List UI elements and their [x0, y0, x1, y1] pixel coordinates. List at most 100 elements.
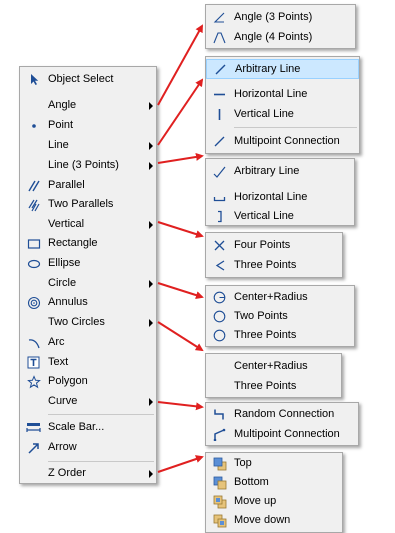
submenu-item-angle-3-points[interactable]: Angle (3 Points)	[206, 8, 355, 27]
send-to-back-icon	[212, 475, 227, 490]
polygon-icon	[26, 374, 41, 389]
submenu-item-horizontal-line-3[interactable]: Horizontal Line	[206, 188, 354, 207]
menu-item-angle[interactable]: Angle	[20, 96, 156, 115]
chevron-right-icon	[149, 162, 153, 170]
menu-item-polygon[interactable]: Polygon	[20, 372, 156, 391]
submenu-item-move-up[interactable]: Move up	[206, 492, 342, 511]
arc-icon	[26, 335, 41, 350]
submenu-item-arbitrary-line-3[interactable]: Arbitrary Line	[206, 162, 354, 181]
diagonal-line-icon	[213, 62, 228, 77]
menu-item-annulus[interactable]: Annulus	[20, 293, 156, 312]
ellipse-icon	[26, 256, 41, 271]
arrow-z-order	[157, 455, 204, 473]
four-point-angle-icon	[212, 30, 227, 45]
vertical-line-icon	[212, 107, 227, 122]
menu-item-parallel[interactable]: Parallel	[20, 176, 156, 195]
circle-icon	[212, 309, 227, 324]
submenu-item-two-circles-center-radius[interactable]: Center+Radius	[206, 357, 341, 376]
annulus-icon	[26, 295, 41, 310]
submenu-item-arbitrary-line[interactable]: Arbitrary Line	[206, 59, 359, 79]
arrow-circle	[157, 282, 204, 299]
diagonal-line-icon	[212, 134, 227, 149]
submenu-item-multipoint-connection[interactable]: Multipoint Connection	[206, 132, 359, 151]
chevron-right-icon	[149, 470, 153, 478]
rectangle-icon	[26, 236, 41, 251]
vertical-bracket-icon	[212, 209, 227, 224]
submenu-item-bottom[interactable]: Bottom	[206, 473, 342, 492]
menu-item-ellipse[interactable]: Ellipse	[20, 254, 156, 273]
chevron-right-icon	[149, 280, 153, 288]
submenu-item-top[interactable]: Top	[206, 454, 342, 473]
submenu-item-move-down[interactable]: Move down	[206, 511, 342, 530]
submenu-item-angle-4-points[interactable]: Angle (4 Points)	[206, 28, 355, 47]
submenu-vertical: Four Points Three Points	[205, 232, 343, 278]
horizontal-bracket-icon	[212, 190, 227, 205]
submenu-item-curve-multipoint-connection[interactable]: Multipoint Connection	[206, 425, 358, 444]
arrow-icon	[26, 440, 41, 455]
arrow-two-circles	[157, 321, 204, 352]
menu-item-line[interactable]: Line	[20, 136, 156, 155]
submenu-item-random-connection[interactable]: Random Connection	[206, 405, 358, 424]
circle-icon	[212, 328, 227, 343]
submenu-item-vertical-line[interactable]: Vertical Line	[206, 105, 359, 124]
menu-item-two-parallels[interactable]: Two Parallels	[20, 195, 156, 214]
submenu-line-3-points: Arbitrary Line Horizontal Line Vertical …	[205, 158, 355, 226]
parallel-lines-icon	[26, 178, 41, 193]
submenu-item-four-points[interactable]: Four Points	[206, 236, 342, 255]
bring-to-front-icon	[212, 456, 227, 471]
submenu-two-circles: Center+Radius Three Points	[205, 353, 342, 398]
menu-item-rectangle[interactable]: Rectangle	[20, 234, 156, 253]
chevron-right-icon	[149, 142, 153, 150]
two-parallels-icon	[26, 197, 41, 212]
chevron-right-icon	[149, 102, 153, 110]
menu-item-arrow[interactable]: Arrow	[20, 438, 156, 457]
arrow-line-3-points	[157, 152, 204, 164]
chevron-right-icon	[149, 398, 153, 406]
bent-line-icon	[212, 164, 227, 179]
context-menu: Object Select Angle Point Line Line (3 P…	[19, 66, 157, 484]
arrow-vertical	[157, 221, 204, 238]
menu-separator	[48, 414, 154, 415]
menu-item-scale-bar[interactable]: Scale Bar...	[20, 418, 156, 437]
menu-item-object-select[interactable]: Object Select	[20, 70, 156, 89]
move-up-icon	[212, 494, 227, 509]
arrow-angle	[157, 24, 203, 106]
submenu-item-center-radius[interactable]: Center+Radius	[206, 288, 354, 307]
menu-item-vertical[interactable]: Vertical	[20, 215, 156, 234]
horizontal-line-icon	[212, 87, 227, 102]
angle-icon	[212, 10, 227, 25]
dot-icon	[26, 118, 41, 133]
chevron-right-icon	[149, 319, 153, 327]
submenu-item-two-points[interactable]: Two Points	[206, 307, 354, 326]
cross-icon	[212, 238, 227, 253]
text-icon	[26, 355, 41, 370]
submenu-z-order: Top Bottom Move up Move down	[205, 452, 343, 533]
menu-item-circle[interactable]: Circle	[20, 274, 156, 293]
chevron-right-icon	[149, 221, 153, 229]
random-connection-icon	[212, 407, 227, 422]
multipoint-connection-icon	[212, 427, 227, 442]
menu-item-text[interactable]: Text	[20, 353, 156, 372]
menu-item-line-3-points[interactable]: Line (3 Points)	[20, 156, 156, 175]
cursor-arrow-icon	[26, 72, 41, 87]
arrow-curve	[157, 401, 204, 411]
move-down-icon	[212, 513, 227, 528]
submenu-line: Arbitrary Line Horizontal Line Vertical …	[205, 56, 360, 154]
menu-item-curve[interactable]: Curve	[20, 392, 156, 411]
submenu-item-two-circles-three-points[interactable]: Three Points	[206, 377, 341, 396]
menu-item-point[interactable]: Point	[20, 116, 156, 135]
scale-bar-icon	[26, 420, 41, 435]
menu-item-z-order[interactable]: Z Order	[20, 464, 156, 483]
submenu-item-vertical-line-3[interactable]: Vertical Line	[206, 207, 354, 226]
submenu-curve: Random Connection Multipoint Connection	[205, 402, 359, 446]
submenu-angle: Angle (3 Points) Angle (4 Points)	[205, 4, 356, 49]
submenu-item-three-points[interactable]: Three Points	[206, 256, 342, 275]
submenu-item-three-points-circle[interactable]: Three Points	[206, 326, 354, 345]
menu-item-two-circles[interactable]: Two Circles	[20, 313, 156, 332]
menu-separator	[234, 127, 357, 128]
submenu-item-horizontal-line[interactable]: Horizontal Line	[206, 85, 359, 104]
menu-item-arc[interactable]: Arc	[20, 333, 156, 352]
circle-radius-icon	[212, 290, 227, 305]
menu-separator	[48, 461, 154, 462]
submenu-circle: Center+Radius Two Points Three Points	[205, 285, 355, 347]
